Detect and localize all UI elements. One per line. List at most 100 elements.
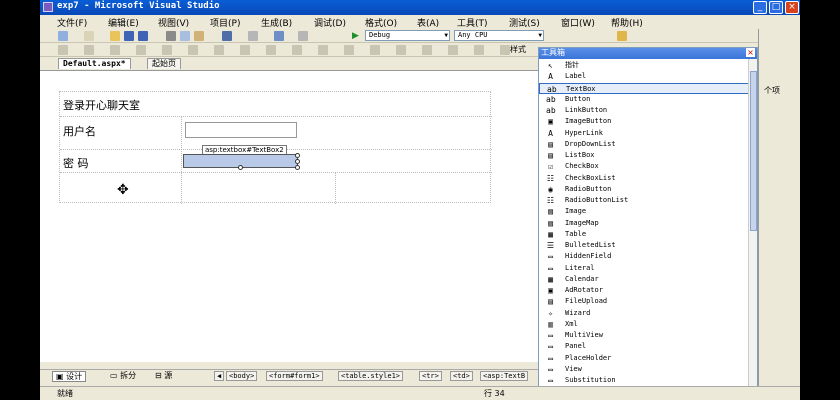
- format-icon[interactable]: [162, 45, 172, 55]
- menu-table[interactable]: 表(A): [417, 16, 439, 29]
- menu-debug[interactable]: 调试(D): [314, 16, 346, 29]
- paste-icon[interactable]: [194, 31, 204, 41]
- toolbox-item[interactable]: ☷ RadioButtonList: [539, 195, 749, 206]
- toolbox-item[interactable]: A HyperLink: [539, 128, 749, 139]
- toolbox-item[interactable]: ▭ HiddenField: [539, 251, 749, 262]
- undo-icon[interactable]: [222, 31, 232, 41]
- redo-icon[interactable]: [248, 31, 258, 41]
- toolbox-item[interactable]: A Label: [539, 71, 749, 82]
- design-surface[interactable]: 登录开心聊天室 用户名 密 码 asp:textbox#TextBox2 ✥: [40, 70, 540, 362]
- menu-format[interactable]: 格式(O): [365, 16, 397, 29]
- menu-build[interactable]: 生成(B): [261, 16, 292, 29]
- format-icon[interactable]: [266, 45, 276, 55]
- format-icon[interactable]: [292, 45, 302, 55]
- toolbox-item[interactable]: ☑ CheckBox: [539, 161, 749, 172]
- format-icon[interactable]: [344, 45, 354, 55]
- new-project-icon[interactable]: [58, 31, 68, 41]
- toolbox-item[interactable]: ☷ CheckBoxList: [539, 173, 749, 184]
- format-icon[interactable]: [448, 45, 458, 55]
- save-icon[interactable]: [124, 31, 134, 41]
- toolbox-item[interactable]: ▤ DropDownList: [539, 139, 749, 150]
- toolbox-item[interactable]: ▣ ImageButton: [539, 116, 749, 127]
- resize-handle[interactable]: [238, 165, 243, 170]
- toolbox-item[interactable]: ▣ AdRotator: [539, 285, 749, 296]
- copy-icon[interactable]: [180, 31, 190, 41]
- menu-window[interactable]: 窗口(W): [561, 16, 595, 29]
- format-icon[interactable]: [110, 45, 120, 55]
- menu-test[interactable]: 测试(S): [509, 16, 540, 29]
- format-icon[interactable]: [240, 45, 250, 55]
- toolbox-item[interactable]: ▤ ListBox: [539, 150, 749, 161]
- menu-help[interactable]: 帮助(H): [611, 16, 643, 29]
- toolbox-item[interactable]: ▭ View: [539, 364, 749, 375]
- tab-split[interactable]: ▭ 拆分: [107, 371, 139, 382]
- breadcrumb-tr[interactable]: <tr>: [419, 371, 442, 381]
- resize-handle[interactable]: [295, 153, 300, 158]
- format-icon[interactable]: [474, 45, 484, 55]
- toolbox-item[interactable]: ◉ RadioButton: [539, 184, 749, 195]
- save-all-icon[interactable]: [138, 31, 148, 41]
- cut-icon[interactable]: [166, 31, 176, 41]
- format-icon[interactable]: [422, 45, 432, 55]
- format-icon[interactable]: [500, 45, 510, 55]
- toolbox-item[interactable]: ab Button: [539, 94, 749, 105]
- toolbox-item[interactable]: ▦ Table: [539, 229, 749, 240]
- toolbox-item[interactable]: ▤ FileUpload: [539, 296, 749, 307]
- toolbox-item[interactable]: ▭ Literal: [539, 263, 749, 274]
- menu-edit[interactable]: 编辑(E): [108, 16, 139, 29]
- close-icon[interactable]: ×: [746, 48, 755, 57]
- scrollbar-thumb[interactable]: [750, 71, 757, 231]
- format-icon[interactable]: [214, 45, 224, 55]
- format-icon[interactable]: [136, 45, 146, 55]
- toolbox-item[interactable]: ab LinkButton: [539, 105, 749, 116]
- format-icon[interactable]: [396, 45, 406, 55]
- breadcrumb-td[interactable]: <td>: [450, 371, 473, 381]
- menu-file[interactable]: 文件(F): [57, 16, 87, 29]
- navigate-forward-icon[interactable]: [298, 31, 308, 41]
- breadcrumb-table[interactable]: <table.style1>: [338, 371, 404, 381]
- username-textbox[interactable]: [185, 122, 297, 138]
- menu-project[interactable]: 项目(P): [210, 16, 240, 29]
- start-debug-icon[interactable]: ▶: [352, 31, 362, 41]
- toolbox-item[interactable]: ▭ Panel: [539, 341, 749, 352]
- format-icon[interactable]: [84, 45, 94, 55]
- toolbox-item[interactable]: ↖ 指针: [539, 60, 749, 71]
- open-folder-icon[interactable]: [110, 31, 120, 41]
- toolbox-scrollbar[interactable]: [748, 59, 757, 399]
- toolbox-item[interactable]: ▭ PlaceHolder: [539, 353, 749, 364]
- table-col-divider: [335, 172, 336, 204]
- tab-start-page[interactable]: 起始页: [147, 58, 181, 69]
- navigate-back-icon[interactable]: [274, 31, 284, 41]
- breadcrumb-form[interactable]: <form#form1>: [266, 371, 323, 381]
- format-icon[interactable]: [318, 45, 328, 55]
- tab-source[interactable]: ⊟ 源: [152, 371, 175, 382]
- solution-config-select[interactable]: Debug ▼: [365, 30, 450, 41]
- toolbox-item[interactable]: ▥ Xml: [539, 319, 749, 330]
- minimize-button[interactable]: _: [753, 1, 767, 14]
- format-icon[interactable]: [58, 45, 68, 55]
- tab-design[interactable]: ▣ 设计: [52, 371, 87, 382]
- toolbox-item[interactable]: ab TextBox: [539, 82, 749, 94]
- add-item-icon[interactable]: [84, 31, 94, 41]
- maximize-button[interactable]: □: [769, 1, 783, 14]
- toolbox-item[interactable]: ▭ Substitution: [539, 375, 749, 386]
- toolbox-item[interactable]: ✧ Wizard: [539, 308, 749, 319]
- menu-tools[interactable]: 工具(T): [457, 16, 488, 29]
- resize-handle[interactable]: [295, 159, 300, 164]
- format-icon[interactable]: [370, 45, 380, 55]
- find-in-files-icon[interactable]: [617, 31, 627, 41]
- tab-default-aspx[interactable]: Default.aspx*: [58, 58, 131, 69]
- close-button[interactable]: ×: [785, 1, 799, 14]
- menu-view[interactable]: 视图(V): [158, 16, 189, 29]
- breadcrumb-textbox[interactable]: <asp:TextB: [480, 371, 529, 381]
- toolbox-item[interactable]: ▨ Image: [539, 206, 749, 217]
- toolbox-item[interactable]: ▨ ImageMap: [539, 218, 749, 229]
- breadcrumb-body[interactable]: <body>: [226, 371, 258, 381]
- toolbox-item[interactable]: ▭ MultiView: [539, 330, 749, 341]
- breadcrumb-prev-icon[interactable]: ◀: [214, 371, 225, 381]
- toolbox-item[interactable]: ☰ BulletedList: [539, 240, 749, 251]
- toolbox-item[interactable]: ▦ Calendar: [539, 274, 749, 285]
- resize-handle[interactable]: [295, 165, 300, 170]
- format-icon[interactable]: [188, 45, 198, 55]
- solution-platform-select[interactable]: Any CPU ▼: [454, 30, 544, 41]
